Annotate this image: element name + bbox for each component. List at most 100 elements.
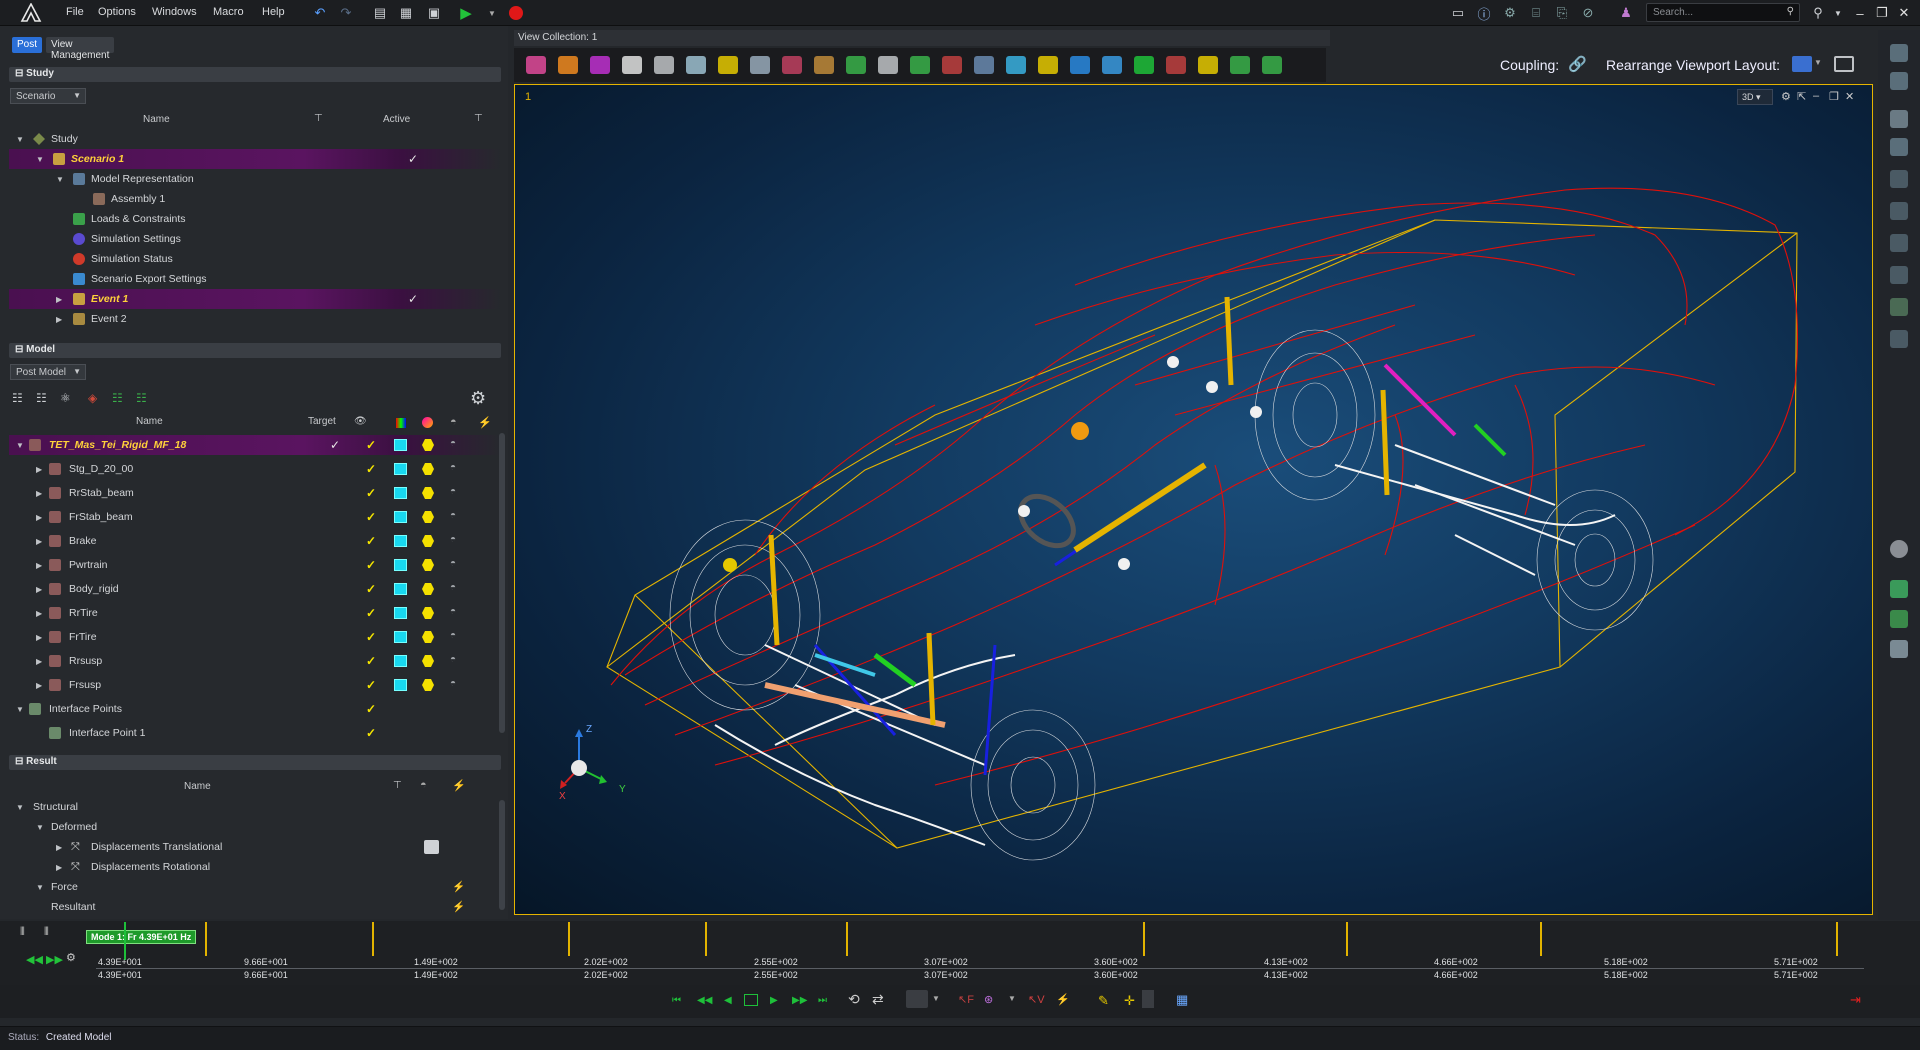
redo-icon[interactable]: ↷ (336, 3, 356, 23)
vehicle-model-render[interactable] (515, 85, 1872, 914)
undo-icon[interactable]: ↶ (310, 3, 330, 23)
tree-row-simulation-status[interactable]: Simulation Status (9, 249, 501, 269)
viewport-tool-icon[interactable] (1262, 56, 1282, 74)
tree-row-event-2[interactable]: ▶ Event 2 (9, 309, 501, 329)
transparency-icon[interactable]: ⚡ (452, 900, 465, 913)
viewport-tool-icon[interactable] (558, 56, 578, 74)
visibility-check[interactable]: ✓ (366, 486, 376, 500)
viewport-tool-icon[interactable] (1166, 56, 1186, 74)
collapse-icon[interactable]: ☷ (136, 391, 147, 405)
viewport-tool-icon[interactable] (718, 56, 738, 74)
render-mode-icon[interactable]: ◓ (450, 462, 462, 473)
frame-counter[interactable] (744, 994, 758, 1006)
viewport-tool-icon[interactable] (814, 56, 834, 74)
fast-forward-icon[interactable]: ▶▶ (792, 995, 807, 1006)
active-check[interactable]: ✓ (408, 292, 418, 306)
model-row[interactable]: Interface Point 1 ✓ (9, 723, 501, 743)
render-mode-icon[interactable]: ◓ (450, 678, 462, 689)
viewport-tool-icon[interactable] (1198, 56, 1218, 74)
first-frame-icon[interactable]: ⏮ (672, 995, 681, 1006)
material-col-icon[interactable] (422, 417, 433, 428)
visibility-check[interactable]: ✓ (366, 462, 376, 476)
transparency-icon[interactable]: ⚡ (452, 880, 465, 893)
layout-dropdown-icon[interactable]: ▼ (1814, 58, 1822, 67)
viewport-tool-icon[interactable] (1230, 56, 1250, 74)
material-hex-icon[interactable] (422, 631, 434, 643)
material-hex-icon[interactable] (422, 487, 434, 499)
step-back-icon[interactable]: ◀◀ (26, 953, 43, 966)
render-mode-icon[interactable]: ◓ (450, 582, 462, 593)
render-col-icon[interactable]: ◓ (450, 416, 457, 428)
last-frame-icon[interactable]: ⏭ (818, 995, 827, 1006)
viewport-tool-icon[interactable] (654, 56, 674, 74)
model-col-target[interactable]: Target (308, 416, 336, 427)
model-row[interactable]: ▼ TET_Mas_Tei_Rigid_MF_18 ✓ ✓ ◓ (9, 435, 501, 455)
search-input[interactable]: Search... ⚲ (1646, 3, 1800, 22)
sphere-icon[interactable] (1890, 540, 1908, 558)
graphics-viewport[interactable]: 1 3D ▾ ⚙ ⇱ – ❐ ✕ Z Y X (514, 84, 1873, 915)
model-row[interactable]: ▶ RrTire ✓ ◓ (9, 603, 501, 623)
viewport-tool-icon[interactable] (942, 56, 962, 74)
layout-grid-icon[interactable] (1792, 56, 1812, 72)
model-section-header[interactable]: ⊟ Model (9, 343, 501, 358)
color-swatch[interactable] (394, 487, 407, 499)
expand-icon[interactable]: ☷ (112, 391, 123, 405)
menu-file[interactable]: File (66, 6, 84, 18)
tree-row-event-1[interactable]: ▶ Event 1 ✓ (9, 289, 501, 309)
material-hex-icon[interactable] (422, 439, 434, 451)
loop-icon[interactable]: ⟲ (848, 991, 860, 1008)
material-hex-icon[interactable] (422, 679, 434, 691)
filter-list-icon[interactable]: ☷ (36, 391, 47, 405)
target-check[interactable]: ✓ (330, 438, 340, 452)
viewport-tool-icon[interactable] (750, 56, 770, 74)
run-icon[interactable]: ▶ (456, 3, 476, 23)
open-icon[interactable]: ▤ (370, 3, 390, 23)
render-mode-icon[interactable]: ◓ (450, 486, 462, 497)
model-row[interactable]: ▼ Interface Points ✓ (9, 699, 501, 719)
render-mode-icon[interactable]: ◓ (450, 438, 462, 449)
material-hex-icon[interactable] (422, 535, 434, 547)
mode-tick[interactable] (846, 922, 848, 956)
restore-icon[interactable]: ❐ (1872, 3, 1892, 23)
tool-icon[interactable] (1890, 266, 1908, 284)
render-col-icon[interactable]: ◓ (420, 779, 427, 791)
monitor-icon[interactable]: ▭ (1448, 3, 1468, 23)
viewport-tool-icon[interactable] (782, 56, 802, 74)
tree-row-resultant[interactable]: Resultant ⚡ (9, 897, 501, 917)
animation-type-icon[interactable] (906, 990, 928, 1008)
view-collection-tab[interactable]: View Collection: 1 (514, 30, 1330, 46)
menu-windows[interactable]: Windows (152, 6, 197, 18)
material-hex-icon[interactable] (422, 463, 434, 475)
tool-icon[interactable] (1890, 72, 1908, 90)
viewport-tool-icon[interactable] (590, 56, 610, 74)
tool-icon[interactable] (1890, 640, 1908, 658)
viewport-tool-icon[interactable] (622, 56, 642, 74)
render-mode-icon[interactable]: ◓ (450, 654, 462, 665)
visibility-check[interactable]: ✓ (366, 654, 376, 668)
color-swatch[interactable] (394, 559, 407, 571)
minimize-icon[interactable]: – (1850, 3, 1870, 23)
visibility-check[interactable]: ✓ (366, 438, 376, 452)
tab-post[interactable]: Post (12, 37, 43, 53)
viewport-tool-icon[interactable] (1006, 56, 1026, 74)
result-col-name[interactable]: Name (184, 781, 211, 792)
result-section-header[interactable]: ⊟ Result (9, 755, 501, 770)
layers-icon[interactable]: ◈ (88, 391, 97, 405)
tree-row-scenario-1[interactable]: ▼ Scenario 1 ✓ (9, 149, 501, 169)
tool-icon[interactable] (1890, 44, 1908, 62)
exit-icon[interactable]: ⇥ (1850, 992, 1861, 1008)
scenario-dropdown[interactable]: Scenario ▼ (10, 88, 86, 104)
pen-icon[interactable]: ✎ (1098, 993, 1109, 1009)
share-icon[interactable]: ⎘ (1552, 3, 1572, 23)
visibility-col-icon[interactable]: 👁 (354, 416, 367, 427)
mode-tick[interactable] (1143, 922, 1145, 956)
current-frame-marker[interactable] (124, 922, 126, 960)
model-row[interactable]: ▶ FrStab_beam ✓ ◓ (9, 507, 501, 527)
mode-tick[interactable] (1540, 922, 1542, 956)
tool-icon[interactable] (1890, 110, 1908, 128)
save-icon[interactable]: ▣ (424, 3, 444, 23)
viewport-tool-icon[interactable] (1038, 56, 1058, 74)
color-swatch[interactable] (394, 439, 407, 451)
timeline-icon[interactable]: ⦀ (44, 926, 49, 939)
contour-icon[interactable] (424, 840, 439, 854)
